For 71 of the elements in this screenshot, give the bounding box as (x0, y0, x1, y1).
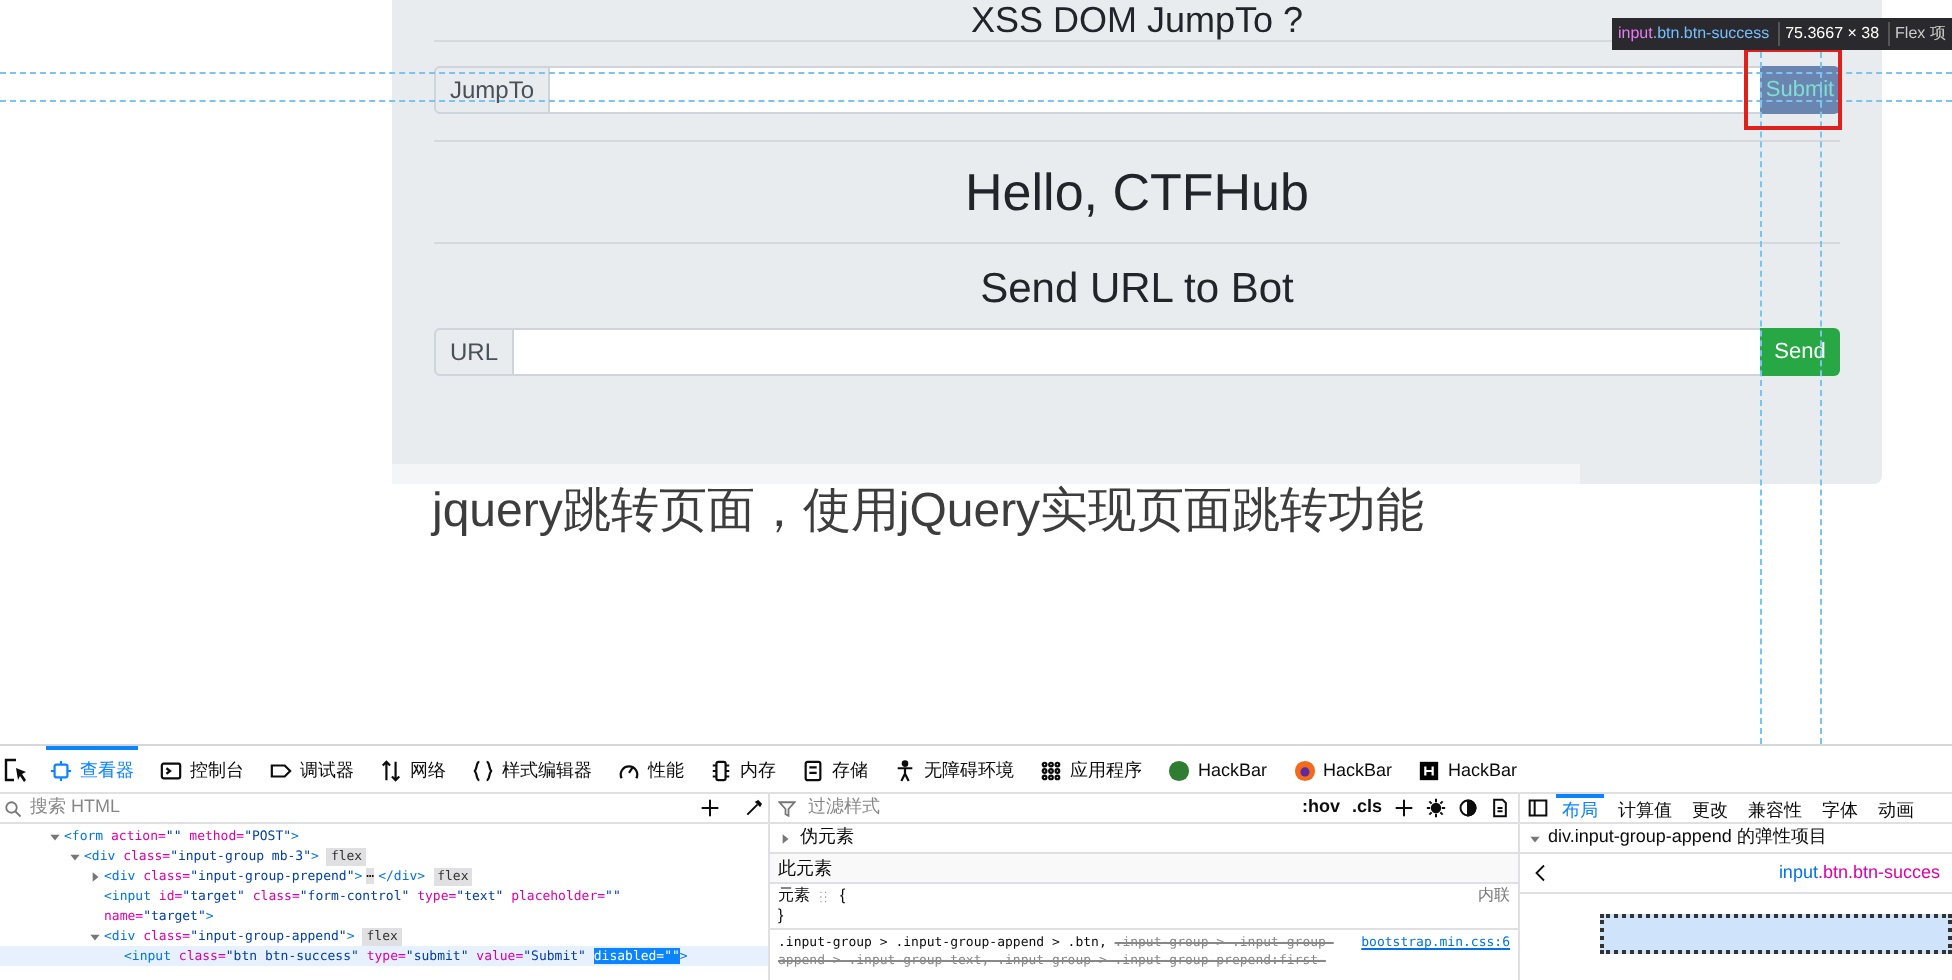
eyedropper-icon[interactable] (744, 798, 764, 818)
list-icon (802, 760, 824, 782)
devtools-tab[interactable]: 性能 (614, 745, 688, 793)
source-label: 内联 (1478, 886, 1510, 906)
devtools-tab[interactable]: 样式编辑器 (468, 745, 596, 793)
devtools-tab[interactable]: 应用程序 (1036, 745, 1146, 793)
text-input[interactable] (514, 328, 1760, 376)
input-label: JumpTo (434, 66, 551, 114)
search-field[interactable]: 搜索 HTML (30, 794, 692, 822)
page-heading: Hello, CTFHub (963, 160, 1311, 226)
selector-label: input.btn.btn-success (1618, 22, 1770, 46)
document-icon[interactable] (1490, 798, 1510, 818)
brace: { (840, 886, 846, 906)
grid-icon (818, 889, 832, 903)
filter-icon (778, 799, 796, 817)
toggle-button[interactable]: .cls (1351, 794, 1382, 822)
devtools-tab[interactable]: 调试器 (266, 745, 358, 793)
tag-icon (270, 760, 292, 782)
hackbar-icon (1418, 760, 1441, 782)
rule-label: 元素 (778, 886, 810, 906)
add-icon[interactable] (700, 798, 720, 818)
add-icon[interactable] (1394, 798, 1414, 818)
page-heading: XSS DOM JumpTo ? (970, 0, 1304, 40)
collapse-icon[interactable] (48, 829, 62, 843)
text-input[interactable] (550, 66, 1760, 114)
devtools-tab[interactable]: 无障碍环境 (890, 745, 1018, 793)
search-icon (4, 799, 22, 817)
collapse-icon[interactable] (1528, 831, 1542, 845)
expand-icon[interactable] (778, 831, 792, 845)
pick-element-icon[interactable] (4, 757, 28, 781)
arrows-icon (380, 760, 402, 782)
person-icon (894, 760, 916, 782)
sidebar-icon[interactable] (1528, 798, 1548, 818)
chip-icon (710, 760, 732, 782)
devtools-tab[interactable]: HackBar (1164, 745, 1272, 793)
devtools-tab[interactable]: 网络 (376, 745, 450, 793)
section-header: div.input-group-append 的弹性项目 (1548, 824, 1827, 851)
section-toggle[interactable]: 伪元素 (800, 824, 854, 852)
devtools-tab[interactable]: 查看器 (46, 745, 138, 793)
flex-label: Flex 项 (1887, 22, 1946, 46)
panel-tab[interactable]: 兼容性 (1742, 794, 1808, 823)
panel-tab[interactable]: 更改 (1686, 794, 1734, 823)
devtools-tab[interactable]: 内存 (706, 745, 780, 793)
panel-tab[interactable]: 计算值 (1612, 794, 1678, 823)
devtools-tab[interactable]: HackBar (1289, 745, 1397, 793)
contrast-icon[interactable] (1458, 798, 1478, 818)
devtools-tab[interactable]: HackBar (1414, 745, 1522, 793)
devtools-tab[interactable]: 存储 (798, 745, 872, 793)
panel-tab[interactable]: 字体 (1816, 794, 1864, 823)
section-header: 此元素 (770, 854, 1518, 884)
filter-field[interactable]: 过滤样式 (808, 794, 1290, 822)
devtools-tab[interactable]: 控制台 (156, 745, 248, 793)
size-label: 75.3667 × 38 (1777, 22, 1880, 46)
section-heading: Send URL to Bot (978, 264, 1296, 316)
grid-icon (1040, 760, 1062, 782)
brace: } (778, 906, 786, 926)
element-link[interactable]: input.btn.btn-succes (1778, 859, 1940, 887)
toggle-button[interactable]: :hov (1301, 794, 1340, 822)
box-icon (50, 760, 72, 782)
collapse-icon[interactable] (68, 849, 82, 863)
terminal-icon (160, 760, 182, 782)
gauge-icon (618, 760, 640, 782)
panel-tab[interactable]: 动画 (1872, 794, 1920, 823)
panel-tab[interactable]: 布局 (1556, 794, 1604, 823)
back-icon[interactable] (1532, 864, 1550, 882)
article-title: jquery跳转页面，使用jQuery实现页面跳转功能 (432, 486, 1425, 538)
sun-icon[interactable] (1426, 798, 1446, 818)
input-label: URL (434, 328, 515, 376)
braces-icon (472, 760, 494, 782)
expand-icon[interactable] (88, 869, 102, 883)
fox-icon (1293, 760, 1316, 782)
